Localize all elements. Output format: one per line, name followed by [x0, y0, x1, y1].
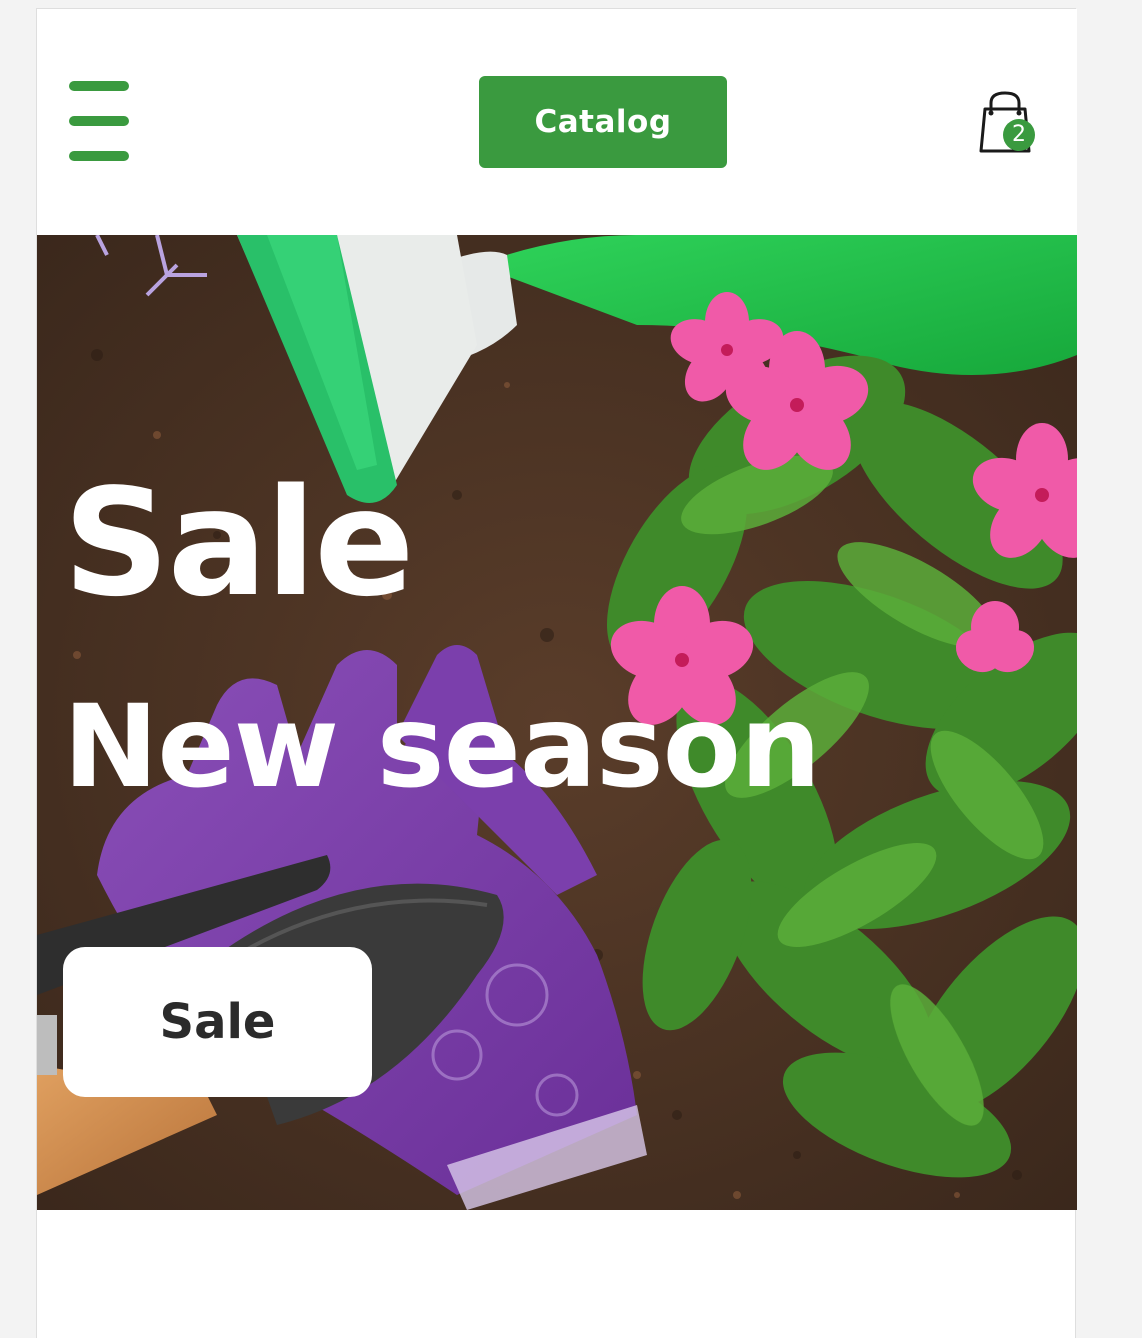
site-header: Catalog 2 [37, 9, 1077, 235]
hero-subtitle: New season [63, 680, 821, 813]
hamburger-menu-icon[interactable] [69, 81, 131, 165]
hero-title: Sale [63, 457, 415, 629]
cart-button[interactable]: 2 [977, 91, 1039, 157]
hero-banner: Sale New season Sale [37, 235, 1077, 1210]
cart-count-badge: 2 [1003, 119, 1035, 151]
sale-button[interactable]: Sale [63, 947, 372, 1097]
catalog-button[interactable]: Catalog [479, 76, 727, 168]
page-frame: Catalog 2 Sale New season Sale [36, 8, 1077, 1338]
